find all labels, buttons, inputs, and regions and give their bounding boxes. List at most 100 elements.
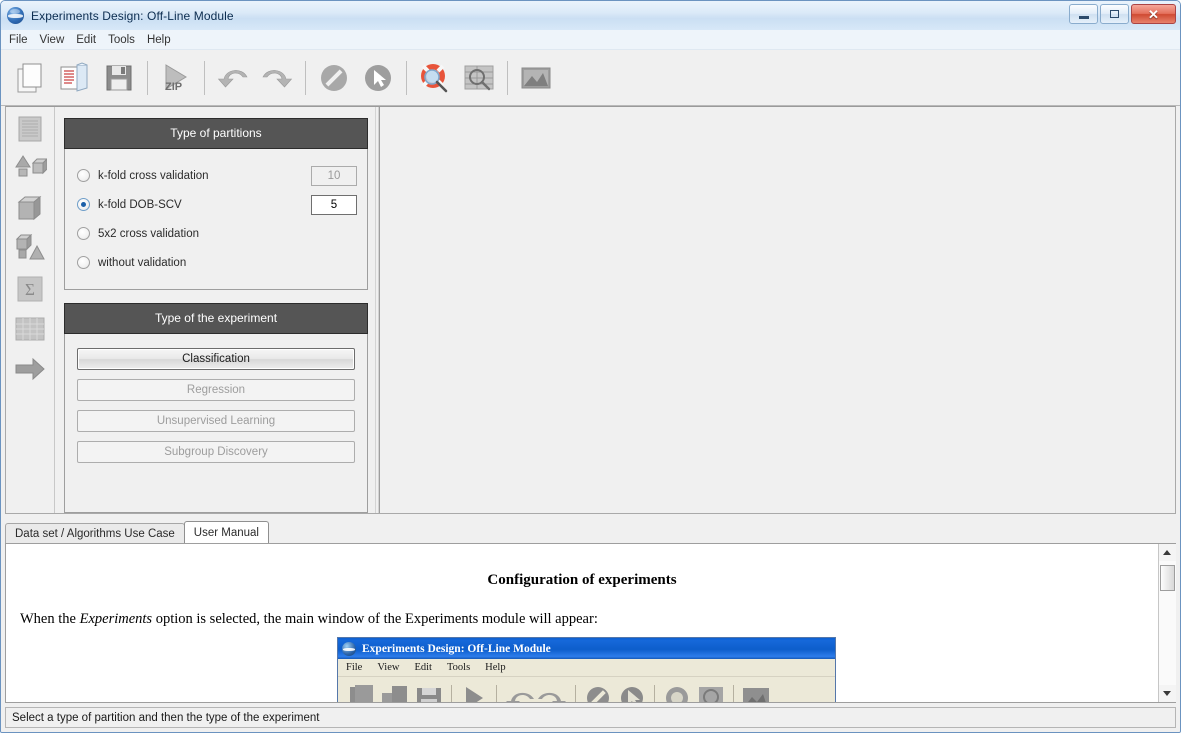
option-5x2-cross-validation[interactable]: 5x2 cross validation xyxy=(77,219,357,248)
help-search-button[interactable] xyxy=(413,56,457,100)
rail-table-icon[interactable] xyxy=(11,312,49,345)
open-document-button[interactable] xyxy=(53,56,97,100)
embedded-menu-view: View xyxy=(377,662,400,673)
embedded-forbidden-icon xyxy=(581,683,615,702)
maximize-button[interactable] xyxy=(1100,4,1129,24)
body-area: Σ Type of partitions k-fold cross valida… xyxy=(1,106,1180,732)
experiment-group-body: Classification Regression Unsupervised L… xyxy=(65,334,367,486)
application-window: Experiments Design: Off-Line Module ✕ Fi… xyxy=(0,0,1181,733)
manual-paragraph-part1: When the xyxy=(20,611,80,627)
manual-paragraph-italic: Experiments xyxy=(79,611,153,627)
forbidden-icon xyxy=(321,64,347,91)
title-bar: Experiments Design: Off-Line Module ✕ xyxy=(1,1,1180,30)
maximize-icon xyxy=(1110,10,1119,18)
experiment-button-classification[interactable]: Classification xyxy=(77,348,355,370)
embedded-help-icon xyxy=(660,683,694,702)
redo-button[interactable] xyxy=(255,56,299,100)
window-title: Experiments Design: Off-Line Module xyxy=(31,8,234,23)
embedded-separator xyxy=(654,685,655,702)
radio-without-validation[interactable] xyxy=(77,256,90,269)
label-kfold-cross-validation: k-fold cross validation xyxy=(98,169,209,182)
rail-sigma-icon[interactable]: Σ xyxy=(11,272,49,305)
menu-bar: File View Edit Tools Help xyxy=(1,30,1180,50)
rail-shapes-icon[interactable] xyxy=(11,152,49,185)
radio-kfold-cross-validation[interactable] xyxy=(77,169,90,182)
manual-vertical-scrollbar[interactable] xyxy=(1158,544,1176,702)
embedded-menu-help: Help xyxy=(485,662,506,673)
embedded-run-icon xyxy=(457,683,491,702)
menu-edit[interactable]: Edit xyxy=(76,32,104,48)
kfold-dobscv-value[interactable]: 5 xyxy=(311,194,357,215)
scrollbar-thumb[interactable] xyxy=(1159,565,1175,591)
close-icon: ✕ xyxy=(1148,6,1159,22)
experiment-button-subgroup-discovery[interactable]: Subgroup Discovery xyxy=(77,441,355,463)
graphic-button[interactable] xyxy=(514,56,558,100)
workspace-canvas[interactable] xyxy=(379,107,1175,513)
select-button[interactable] xyxy=(356,56,400,100)
partitions-group-body: k-fold cross validation 10 k-fold DOB-SC… xyxy=(65,149,367,289)
image-chart-icon xyxy=(521,67,551,88)
minimize-icon xyxy=(1078,15,1089,19)
label-without-validation: without validation xyxy=(98,256,187,269)
embedded-window-title: Experiments Design: Off-Line Module xyxy=(362,642,551,655)
rail-dataset-icon[interactable] xyxy=(11,112,49,145)
scroll-up-button[interactable] xyxy=(1158,544,1176,561)
option-kfold-dobscv[interactable]: k-fold DOB-SCV 5 xyxy=(77,190,357,219)
lifebuoy-search-icon xyxy=(421,63,448,92)
tab-dataset-algorithms-use-case[interactable]: Data set / Algorithms Use Case xyxy=(5,523,185,543)
icon-rail: Σ xyxy=(6,107,55,513)
zip-export-button[interactable]: ZIP xyxy=(154,56,198,100)
embedded-separator xyxy=(496,685,497,702)
embedded-redo-icon xyxy=(536,683,570,702)
user-manual-panel: Configuration of experiments When the Ex… xyxy=(5,543,1176,703)
manual-embedded-screenshot: Experiments Design: Off-Line Module File… xyxy=(337,637,836,702)
zoom-table-icon xyxy=(464,65,494,90)
embedded-graphic-icon xyxy=(739,683,773,702)
manual-paragraph: When the Experiments option is selected,… xyxy=(20,611,1158,628)
experiment-group-title: Type of the experiment xyxy=(64,303,368,334)
kfold-cross-validation-value[interactable]: 10 xyxy=(311,165,357,186)
toolbar-separator xyxy=(204,60,205,95)
option-kfold-cross-validation[interactable]: k-fold cross validation 10 xyxy=(77,161,357,190)
embedded-new-icon xyxy=(344,683,378,702)
status-bar: Select a type of partition and then the … xyxy=(5,707,1176,728)
radio-kfold-dobscv[interactable] xyxy=(77,198,90,211)
bottom-gap xyxy=(1,728,1180,732)
cancel-button[interactable] xyxy=(312,56,356,100)
zip-export-icon: ZIP xyxy=(165,63,187,93)
partitions-group-title: Type of partitions xyxy=(64,118,368,149)
rail-arrow-icon[interactable] xyxy=(11,352,49,385)
option-without-validation[interactable]: without validation xyxy=(77,248,357,277)
embedded-menu-tools: Tools xyxy=(446,662,471,673)
embedded-separator xyxy=(733,685,734,702)
experiment-button-unsupervised-learning[interactable]: Unsupervised Learning xyxy=(77,410,355,432)
close-button[interactable]: ✕ xyxy=(1131,4,1176,24)
radio-5x2-cross-validation[interactable] xyxy=(77,227,90,240)
embedded-menu-bar: File View Edit Tools Help xyxy=(338,659,835,677)
inspect-table-button[interactable] xyxy=(457,56,501,100)
rail-cube-icon[interactable] xyxy=(11,192,49,225)
scroll-up-arrow-icon xyxy=(1163,550,1171,555)
experiment-group: Type of the experiment Classification Re… xyxy=(64,303,368,513)
save-button[interactable] xyxy=(97,56,141,100)
embedded-menu-edit: Edit xyxy=(414,662,432,673)
rail-algorithms-icon[interactable] xyxy=(11,232,49,265)
embedded-open-icon xyxy=(378,683,412,702)
menu-view[interactable]: View xyxy=(40,32,73,48)
menu-file[interactable]: File xyxy=(9,32,36,48)
menu-help[interactable]: Help xyxy=(147,32,179,48)
toolbar-separator xyxy=(507,60,508,95)
undo-button[interactable] xyxy=(211,56,255,100)
manual-paragraph-part2: option is selected, the main window of t… xyxy=(152,611,598,627)
scrollbar-track[interactable] xyxy=(1158,561,1176,685)
user-manual-document: Configuration of experiments When the Ex… xyxy=(6,544,1158,702)
manual-heading: Configuration of experiments xyxy=(487,572,677,588)
menu-tools[interactable]: Tools xyxy=(108,32,143,48)
scroll-down-button[interactable] xyxy=(1158,685,1176,702)
embedded-title-bar: Experiments Design: Off-Line Module xyxy=(338,638,835,659)
tab-user-manual[interactable]: User Manual xyxy=(183,521,269,543)
experiment-button-regression[interactable]: Regression xyxy=(77,379,355,401)
minimize-button[interactable] xyxy=(1069,4,1098,24)
svg-text:ZIP: ZIP xyxy=(165,81,182,93)
new-document-button[interactable] xyxy=(9,56,53,100)
